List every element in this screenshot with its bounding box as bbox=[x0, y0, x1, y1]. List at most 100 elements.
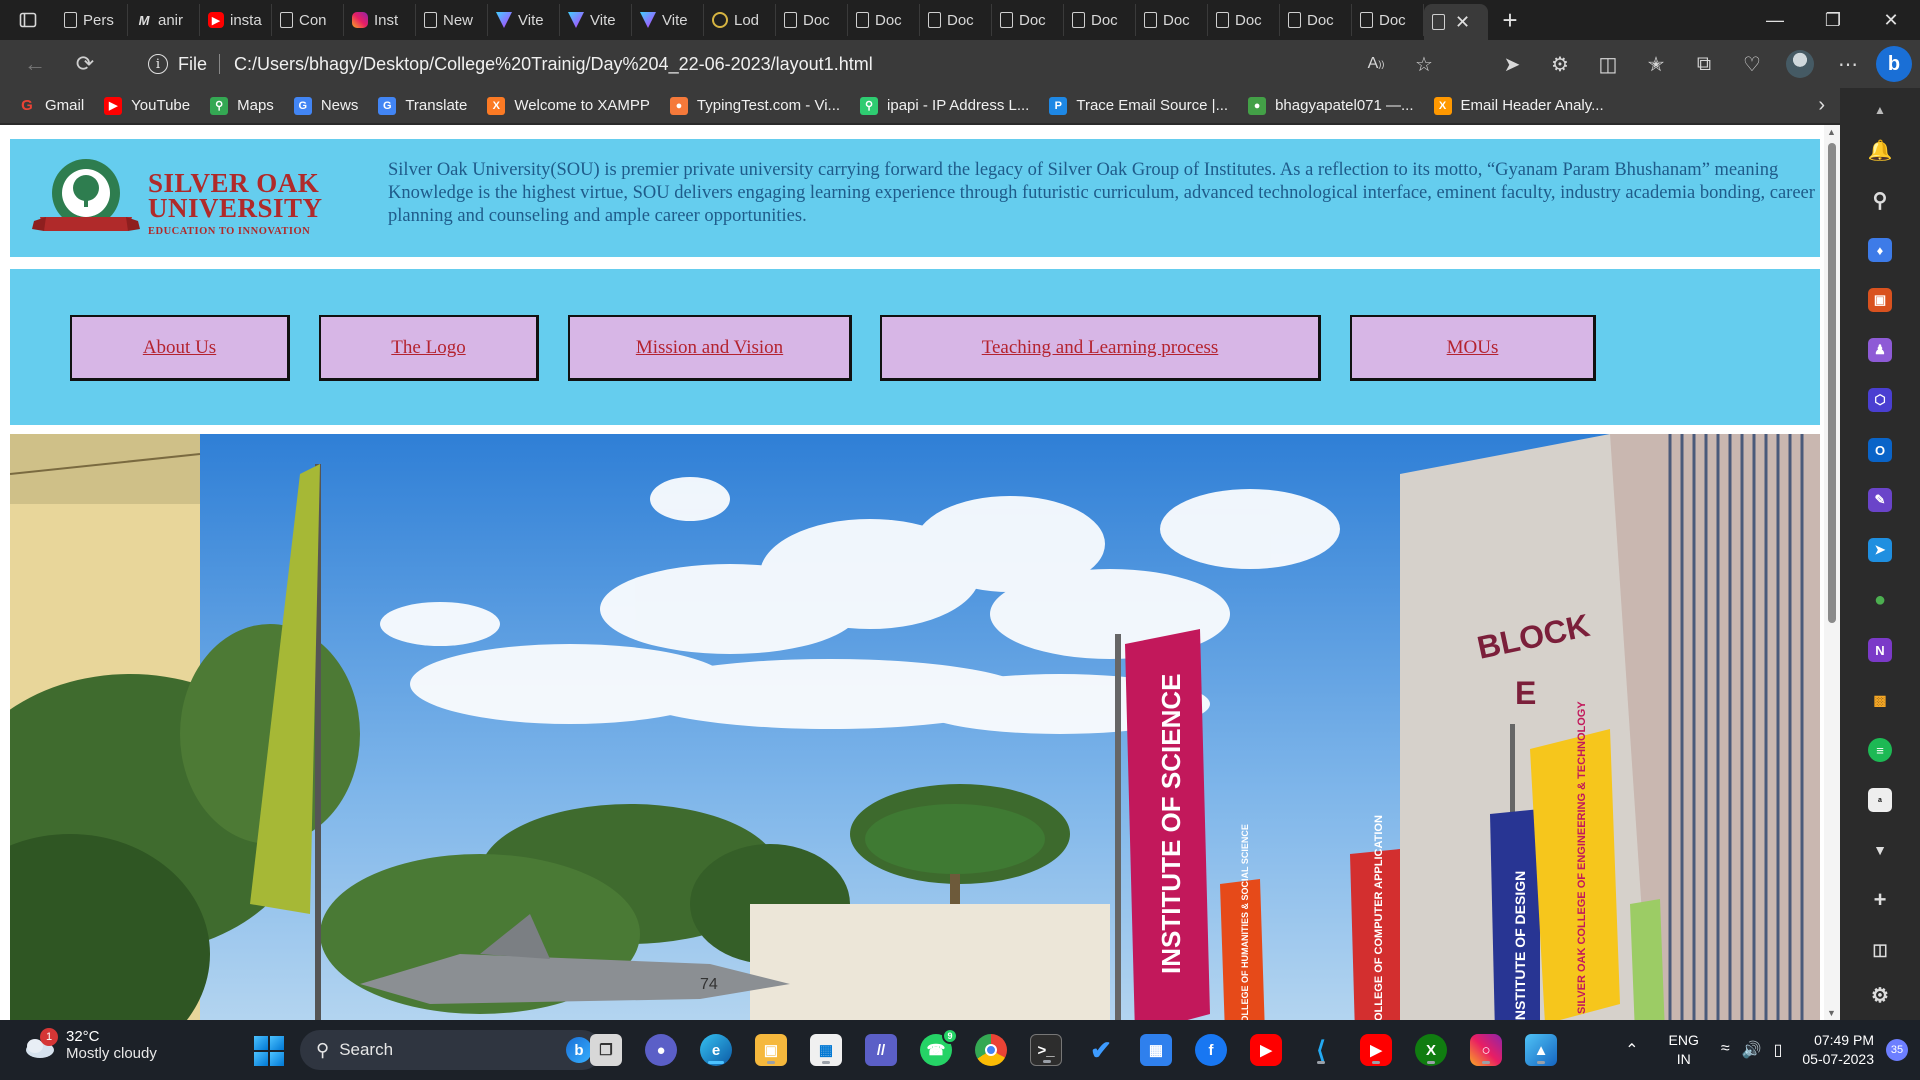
start-button[interactable] bbox=[254, 1036, 284, 1066]
profile-button[interactable] bbox=[1776, 40, 1824, 88]
site-info-icon[interactable]: i bbox=[148, 54, 168, 74]
youtube-pwa-icon[interactable]: ▶ bbox=[1360, 1034, 1392, 1066]
notepad-icon[interactable]: // bbox=[865, 1034, 897, 1066]
browser-tab[interactable]: ▶ insta bbox=[200, 4, 272, 36]
browser-tab[interactable]: Manir bbox=[128, 4, 200, 36]
nav-link-the-logo[interactable]: The Logo bbox=[319, 315, 539, 381]
taskbar-search[interactable]: ⚲ Search b bbox=[300, 1030, 602, 1070]
favorite-link[interactable]: G Translate bbox=[378, 96, 467, 115]
instagram-app-icon[interactable]: ○ bbox=[1470, 1034, 1502, 1066]
browser-tab[interactable]: Con bbox=[272, 4, 344, 36]
notification-count-badge[interactable]: 35 bbox=[1886, 1039, 1908, 1061]
sidebar-more-chevron-icon[interactable]: ▼ bbox=[1868, 838, 1892, 862]
favorite-link[interactable]: ⚲ Maps bbox=[210, 96, 274, 115]
favorite-link[interactable]: P Trace Email Source |... bbox=[1049, 96, 1228, 115]
edge-icon[interactable]: e bbox=[700, 1034, 732, 1066]
sidebar-settings-gear-icon[interactable]: ⚙ bbox=[1868, 983, 1892, 1007]
sidebar-search-icon[interactable]: ⚲ bbox=[1868, 188, 1892, 212]
browser-tab[interactable]: Doc bbox=[1208, 4, 1280, 36]
nav-link-mission-vision[interactable]: Mission and Vision bbox=[568, 315, 852, 381]
page-scrollbar[interactable]: ▲ ▼ bbox=[1824, 125, 1840, 1020]
onenote-icon[interactable]: N bbox=[1868, 638, 1892, 662]
browser-tab[interactable]: New bbox=[416, 4, 488, 36]
youtube-app-icon[interactable]: ▶ bbox=[1250, 1034, 1282, 1066]
sidebar-add-icon[interactable]: + bbox=[1868, 887, 1892, 912]
shopping-tag-icon[interactable]: ♦ bbox=[1868, 238, 1892, 262]
teams-chat-icon[interactable]: ● bbox=[645, 1034, 677, 1066]
send-icon[interactable]: ➤ bbox=[1868, 538, 1892, 562]
tray-overflow-chevron-icon[interactable]: ⌃ bbox=[1625, 1040, 1638, 1060]
favorite-link[interactable]: X Email Header Analy... bbox=[1433, 96, 1604, 115]
browser-tab[interactable]: Doc bbox=[992, 4, 1064, 36]
browser-tab[interactable]: Vite bbox=[560, 4, 632, 36]
bing-chat-button[interactable]: b bbox=[1876, 46, 1912, 82]
browser-tab[interactable]: Doc bbox=[1280, 4, 1352, 36]
nav-link-mous[interactable]: MOUs bbox=[1350, 315, 1596, 381]
nav-link-teaching-learning[interactable]: Teaching and Learning process bbox=[880, 315, 1321, 381]
browser-essentials-icon[interactable]: ♡ bbox=[1728, 40, 1776, 88]
favorite-link[interactable]: G Gmail bbox=[18, 97, 84, 115]
browser-tab[interactable]: Doc bbox=[920, 4, 992, 36]
split-screen-icon[interactable]: ◫ bbox=[1584, 40, 1632, 88]
favorite-star-icon[interactable]: ☆ bbox=[1400, 40, 1448, 88]
calendar-icon[interactable]: ▦ bbox=[1140, 1034, 1172, 1066]
favorite-link[interactable]: ▶ YouTube bbox=[104, 96, 190, 115]
favorites-icon[interactable]: ✭ bbox=[1632, 40, 1680, 88]
nav-link-about-us[interactable]: About Us bbox=[70, 315, 290, 381]
games-icon[interactable]: ♟ bbox=[1868, 338, 1892, 362]
tools-briefcase-icon[interactable]: ▣ bbox=[1868, 288, 1892, 312]
browser-tab[interactable]: Vite bbox=[632, 4, 704, 36]
bars-icon[interactable]: ▩ bbox=[1868, 688, 1892, 712]
tree-icon[interactable]: ● bbox=[1868, 588, 1892, 612]
tab-actions-button[interactable] bbox=[0, 0, 56, 40]
browser-tab[interactable]: ✕ bbox=[1424, 4, 1488, 40]
favorite-link[interactable]: ⚲ ipapi - IP Address L... bbox=[860, 96, 1029, 115]
microsoft-365-icon[interactable]: ⬡ bbox=[1868, 388, 1892, 412]
quick-settings[interactable]: ≈ 🔊 ▯ bbox=[1721, 1040, 1783, 1060]
browser-tab[interactable]: Doc bbox=[1064, 4, 1136, 36]
xbox-icon[interactable]: X bbox=[1415, 1034, 1447, 1066]
refresh-button[interactable]: ⟳ bbox=[60, 44, 110, 84]
scroll-down-arrow-icon[interactable]: ▼ bbox=[1827, 1008, 1836, 1018]
restore-button[interactable]: ❐ bbox=[1804, 0, 1862, 40]
store-icon[interactable]: ▦ bbox=[810, 1034, 842, 1066]
hide-sidebar-icon[interactable]: ◫ bbox=[1868, 938, 1892, 962]
photos-icon[interactable]: ▲ bbox=[1525, 1034, 1557, 1066]
notifications-bell-icon[interactable]: 🔔 bbox=[1868, 138, 1893, 162]
vscode-icon[interactable]: ⟨ bbox=[1305, 1034, 1337, 1066]
facebook-icon[interactable]: f bbox=[1195, 1034, 1227, 1066]
read-aloud-icon[interactable]: A)) bbox=[1352, 40, 1400, 88]
more-menu-icon[interactable]: ⋯ bbox=[1824, 40, 1872, 88]
browser-tab[interactable]: Doc bbox=[776, 4, 848, 36]
spotify-icon[interactable]: ≡ bbox=[1868, 738, 1892, 762]
favorite-link[interactable]: ● TypingTest.com - Vi... bbox=[669, 96, 840, 115]
favorites-overflow-chevron-icon[interactable]: › bbox=[1818, 94, 1825, 117]
amazon-music-icon[interactable]: a bbox=[1868, 788, 1892, 812]
file-explorer-icon[interactable]: ▣ bbox=[755, 1034, 787, 1066]
favorite-link[interactable]: X Welcome to XAMPP bbox=[487, 96, 650, 115]
browser-tab[interactable]: Doc bbox=[848, 4, 920, 36]
browser-tab[interactable]: Doc bbox=[1136, 4, 1208, 36]
todo-icon[interactable]: ✔ bbox=[1085, 1034, 1117, 1066]
extension-arrow-icon[interactable]: ➤ bbox=[1488, 40, 1536, 88]
extensions-icon[interactable]: ⚙ bbox=[1536, 40, 1584, 88]
weather-widget[interactable]: 1 32°C Mostly cloudy bbox=[22, 1028, 157, 1062]
browser-tab[interactable]: Inst bbox=[344, 4, 416, 36]
terminal-icon[interactable]: >_ bbox=[1030, 1034, 1062, 1066]
new-tab-button[interactable]: + bbox=[1488, 5, 1532, 36]
whatsapp-icon[interactable]: ☎ 9 bbox=[920, 1028, 958, 1066]
browser-tab[interactable]: Lod bbox=[704, 4, 776, 36]
url-text[interactable]: C:/Users/bhagy/Desktop/College%20Trainig… bbox=[234, 54, 873, 75]
close-tab-icon[interactable]: ✕ bbox=[1455, 12, 1470, 33]
language-indicator[interactable]: ENG IN bbox=[1669, 1031, 1699, 1069]
favorite-link[interactable]: G News bbox=[293, 96, 358, 115]
scroll-up-arrow-icon[interactable]: ▲ bbox=[1827, 127, 1836, 137]
address-bar[interactable]: i File C:/Users/bhagy/Desktop/College%20… bbox=[130, 44, 1350, 84]
outlook-icon[interactable]: O bbox=[1868, 438, 1892, 462]
browser-tab[interactable]: Doc bbox=[1352, 4, 1424, 36]
scrollbar-thumb[interactable] bbox=[1828, 143, 1836, 623]
task-view-icon[interactable]: ❐ bbox=[590, 1034, 622, 1066]
favorite-link[interactable]: ● bhagyapatel071 —... bbox=[1248, 96, 1414, 115]
browser-tab[interactable]: Pers bbox=[56, 4, 128, 36]
minimize-button[interactable]: — bbox=[1746, 0, 1804, 40]
